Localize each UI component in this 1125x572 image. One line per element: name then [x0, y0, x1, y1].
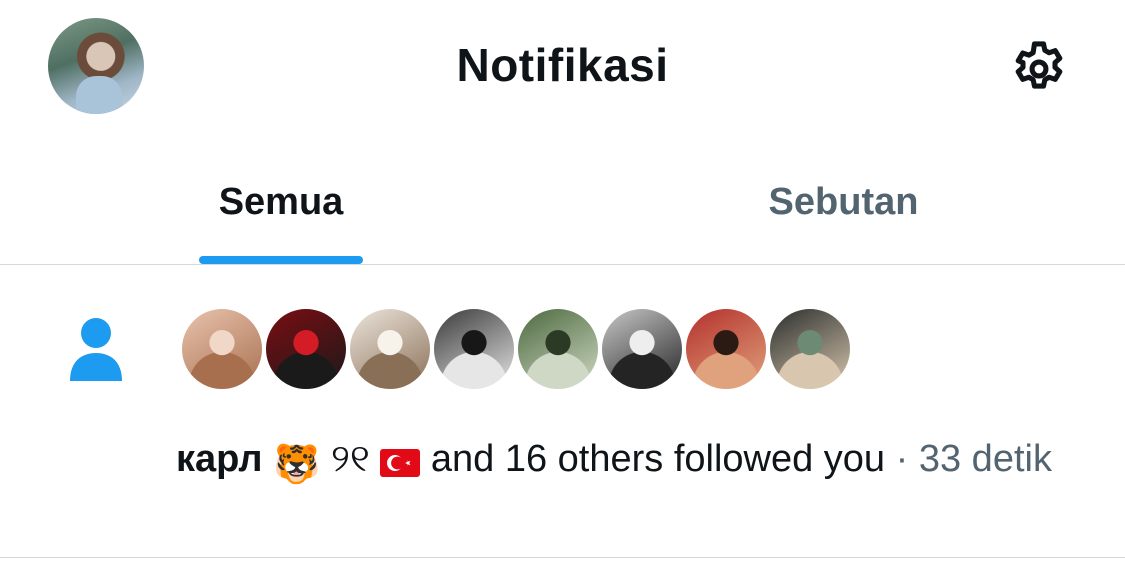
divider [0, 557, 1125, 558]
notification-item[interactable]: карл 🐯 ୨୧ and 16 others followed you · 3… [0, 265, 1125, 557]
tab-bar: Semua Sebutan [0, 140, 1125, 264]
notification-text: карл 🐯 ୨୧ and 16 others followed you · 3… [176, 435, 1056, 489]
timestamp: 33 detik [918, 438, 1052, 480]
tab-mentions-label: Sebutan [768, 180, 919, 223]
settings-button[interactable] [1004, 36, 1074, 102]
avatar-3[interactable] [346, 305, 434, 393]
page-title: Notifikasi [456, 39, 669, 91]
separator: · [885, 438, 919, 480]
tab-all-label: Semua [218, 180, 344, 223]
actor-name[interactable]: карл [176, 438, 263, 480]
avatar-2[interactable] [262, 305, 350, 393]
tab-mentions[interactable]: Sebutan [562, 140, 1125, 264]
turkey-flag-icon [380, 449, 421, 477]
tab-all[interactable]: Semua [0, 140, 562, 264]
avatar-5[interactable] [514, 305, 602, 393]
active-tab-indicator [199, 256, 363, 264]
avatar-1[interactable] [178, 305, 266, 393]
action-text: and 16 others followed you [420, 438, 886, 480]
actor-suffix: ୨୧ [331, 438, 370, 480]
tiger-emoji: 🐯 [273, 444, 321, 486]
person-icon [70, 318, 122, 381]
avatar-4[interactable] [430, 305, 518, 393]
avatar-7[interactable] [682, 305, 770, 393]
avatar-8[interactable] [766, 305, 854, 393]
notifications-page: Notifikasi Semua Sebutan карл 🐯 ୨୧ and 1… [0, 0, 1125, 572]
top-app-bar: Notifikasi [0, 0, 1125, 135]
avatar-6[interactable] [598, 305, 686, 393]
gear-icon [1015, 41, 1063, 89]
